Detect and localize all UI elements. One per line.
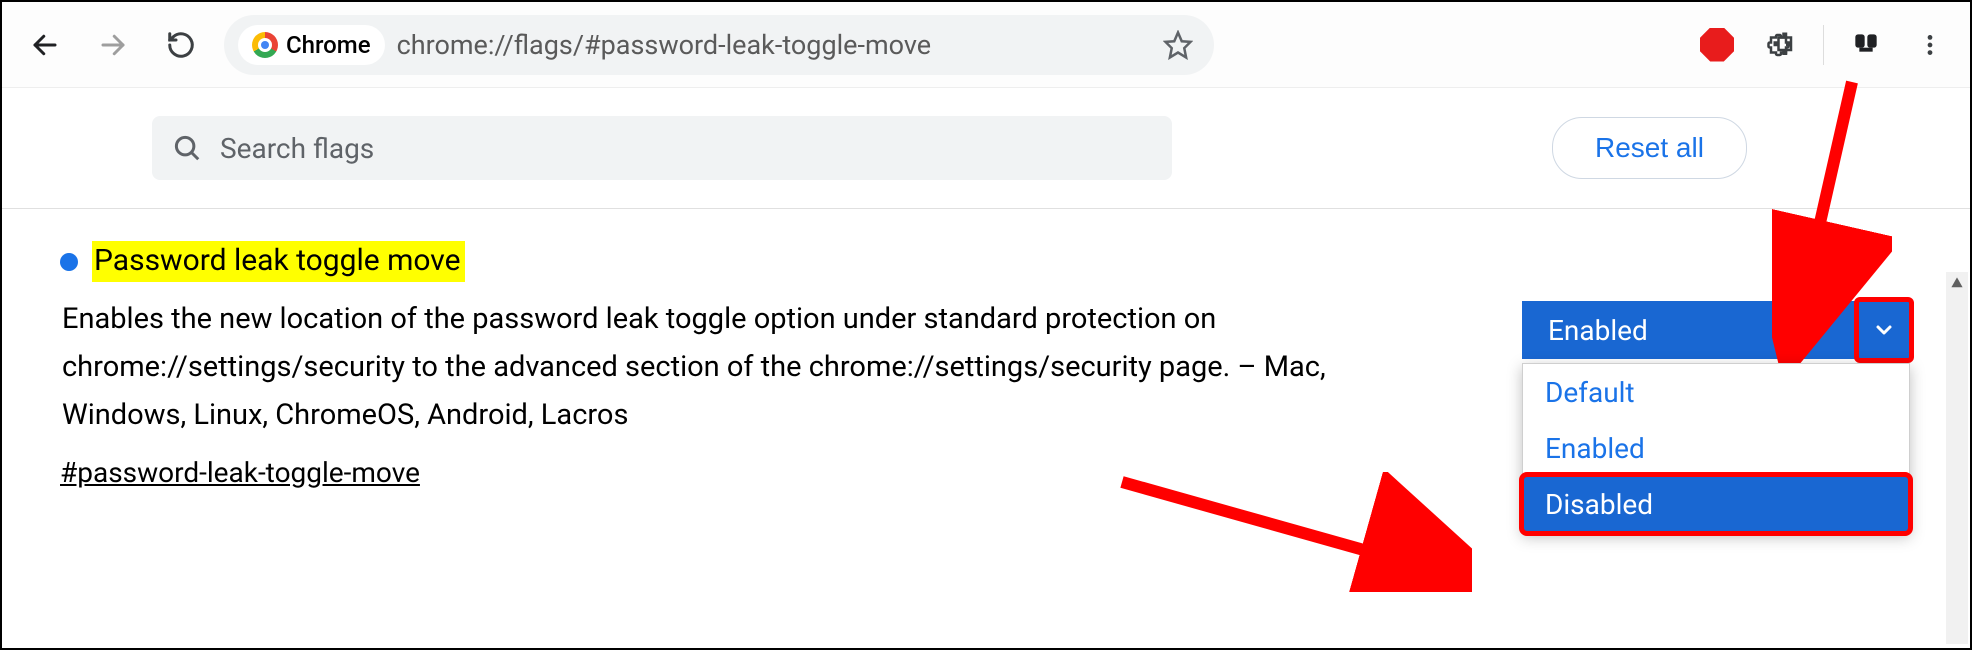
flag-anchor-link[interactable]: #password-leak-toggle-move — [60, 456, 420, 489]
flag-title: Password leak toggle move — [92, 241, 465, 282]
dropdown-selected-label: Enabled — [1548, 314, 1648, 347]
toolbar-divider — [1823, 25, 1824, 65]
reload-button[interactable] — [156, 20, 206, 70]
account-icon[interactable] — [1844, 23, 1888, 67]
browser-toolbar: Chrome chrome://flags/#password-leak-tog… — [2, 2, 1970, 88]
flag-text-block: Password leak toggle move Enables the ne… — [60, 241, 1522, 489]
dropdown-chevron-highlight[interactable] — [1854, 297, 1914, 363]
bookmark-star-icon[interactable] — [1156, 23, 1200, 67]
dropdown-selected[interactable]: Enabled — [1522, 301, 1910, 359]
dropdown-list: Default Enabled Disabled — [1522, 363, 1910, 533]
flag-entry: Password leak toggle move Enables the ne… — [2, 209, 1970, 489]
dropdown-option-disabled[interactable]: Disabled — [1523, 476, 1909, 532]
url-text: chrome://flags/#password-leak-toggle-mov… — [397, 29, 931, 61]
search-icon — [172, 133, 202, 163]
flag-dropdown[interactable]: Enabled Default Enabled Disabled — [1522, 301, 1910, 489]
dropdown-option-enabled[interactable]: Enabled — [1523, 420, 1909, 476]
chrome-logo-icon — [252, 32, 278, 58]
search-flags-input[interactable]: Search flags — [152, 116, 1172, 180]
chrome-chip: Chrome — [238, 25, 385, 65]
vertical-scrollbar[interactable] — [1946, 272, 1968, 644]
chrome-chip-label: Chrome — [286, 31, 371, 59]
search-flags-placeholder: Search flags — [220, 132, 374, 165]
scroll-up-icon — [1950, 276, 1964, 290]
back-button[interactable] — [20, 20, 70, 70]
annotation-arrow-bottom — [1112, 472, 1472, 592]
address-bar[interactable]: Chrome chrome://flags/#password-leak-tog… — [224, 15, 1214, 75]
chevron-down-icon — [1872, 318, 1896, 342]
flag-description: Enables the new location of the password… — [60, 296, 1380, 440]
flags-header: Search flags Reset all — [2, 88, 1970, 209]
adblock-icon[interactable] — [1695, 23, 1739, 67]
flag-title-row: Password leak toggle move — [60, 241, 1482, 282]
extensions-icon[interactable] — [1759, 23, 1803, 67]
reset-all-label: Reset all — [1595, 132, 1704, 164]
dropdown-option-default[interactable]: Default — [1523, 364, 1909, 420]
toolbar-right — [1695, 23, 1952, 67]
reset-all-button[interactable]: Reset all — [1552, 117, 1747, 179]
menu-button[interactable] — [1908, 23, 1952, 67]
modified-indicator-icon — [60, 253, 78, 271]
forward-button[interactable] — [88, 20, 138, 70]
